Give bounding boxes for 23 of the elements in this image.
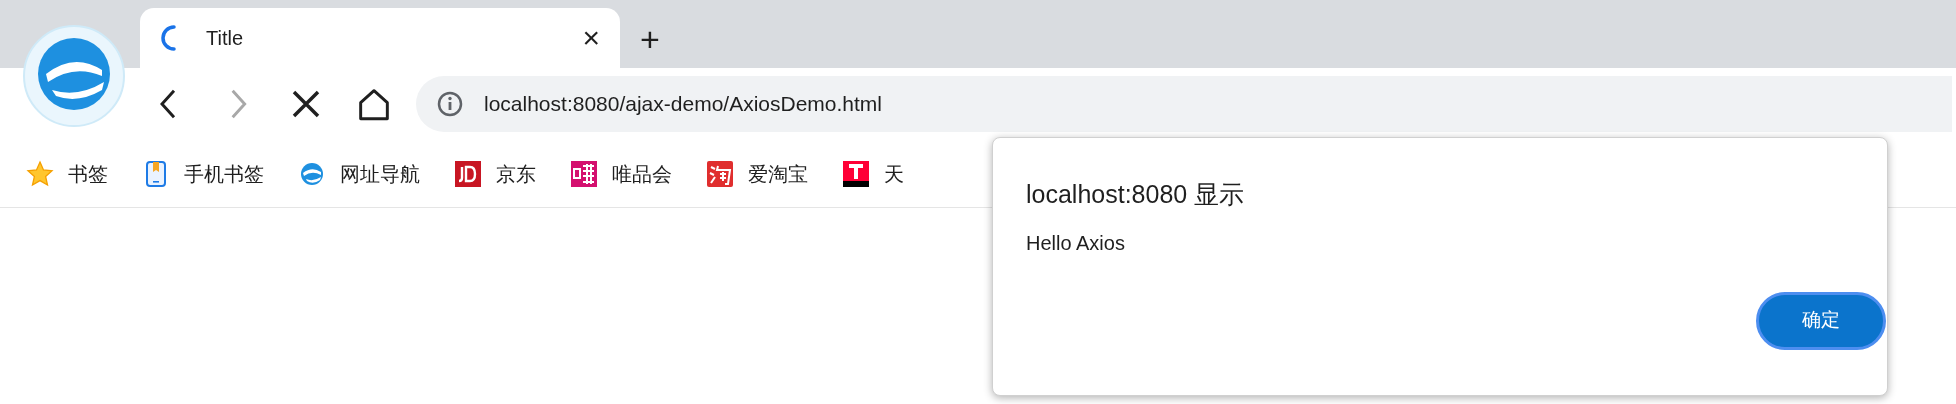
bookmark-link[interactable]: 手机书签	[184, 158, 264, 189]
browser-logo-icon[interactable]	[22, 24, 126, 128]
bookmark-link[interactable]: 天	[884, 158, 904, 189]
taobao-logo-icon	[706, 159, 734, 188]
address-bar[interactable]: localhost:8080/ajax-demo/AxiosDemo.html	[416, 76, 1952, 132]
close-tab-button[interactable]: ×	[582, 23, 600, 53]
bookmark-link[interactable]: 书签	[68, 158, 108, 189]
vip-logo-icon	[570, 159, 598, 188]
jd-logo-icon	[454, 159, 482, 188]
dialog-title: localhost:8080 显示	[1026, 179, 1245, 210]
bookmark-link[interactable]: 爱淘宝	[748, 158, 808, 189]
info-icon[interactable]	[436, 90, 464, 118]
browser-tab[interactable]: Title ×	[140, 8, 620, 68]
tab-title: Title	[206, 26, 244, 51]
url-text: localhost:8080/ajax-demo/AxiosDemo.html	[484, 91, 883, 118]
bookmark-link[interactable]: 唯品会	[612, 158, 672, 189]
star-icon	[26, 159, 54, 188]
dialog-message: Hello Axios	[1026, 230, 1125, 256]
new-tab-button[interactable]: +	[640, 22, 660, 56]
bookmark-link[interactable]: 网址导航	[340, 158, 420, 189]
ok-button[interactable]: 确定	[1756, 291, 1886, 350]
tmall-logo-icon	[842, 159, 870, 188]
bookmark-link[interactable]: 京东	[496, 158, 536, 189]
